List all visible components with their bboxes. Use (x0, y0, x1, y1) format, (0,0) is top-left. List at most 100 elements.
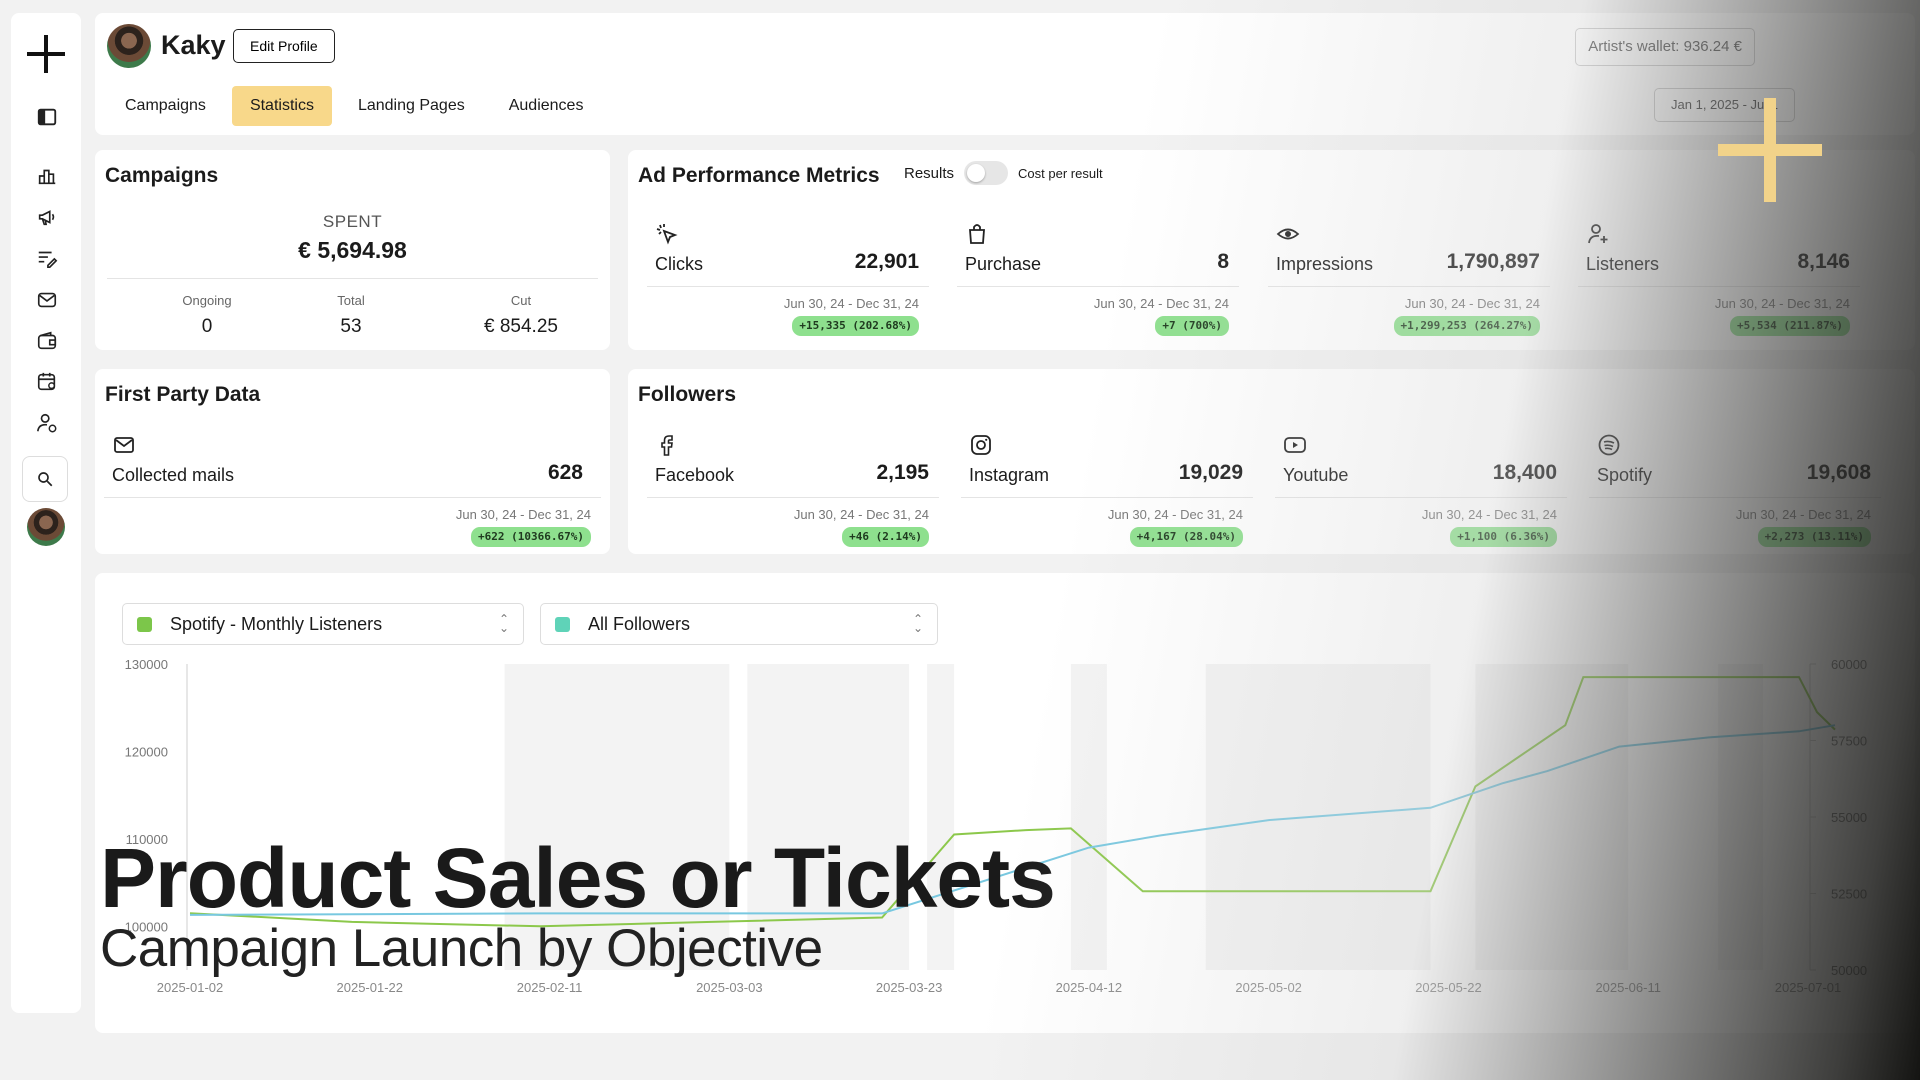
divider (1268, 286, 1550, 287)
stat-value: 53 (340, 316, 362, 337)
tab-statistics[interactable]: Statistics (231, 86, 332, 126)
search-button[interactable] (22, 456, 68, 502)
x-tick-label: 2025-05-22 (1415, 980, 1482, 995)
spent-value: € 5,694.98 (298, 237, 407, 263)
divider (647, 497, 939, 498)
avatar[interactable] (27, 508, 65, 546)
shaded-band (1475, 664, 1629, 970)
instagram-icon (969, 433, 995, 459)
delta-badge: +5,534 (211.87%) (1730, 316, 1850, 336)
y-left-tick-label: 120000 (125, 744, 168, 759)
chart-icon[interactable] (34, 163, 60, 189)
x-tick-label: 2025-06-11 (1595, 980, 1661, 995)
metric-value: 8 (1217, 250, 1229, 273)
tab-landing-pages[interactable]: Landing Pages (340, 86, 483, 126)
x-tick-label: 2025-03-23 (876, 980, 943, 995)
y-left-tick-label: 130000 (125, 657, 168, 672)
facebook-icon (655, 433, 681, 459)
metric-label: Clicks (655, 254, 703, 274)
divider (1275, 497, 1567, 498)
x-tick-label: 2025-03-03 (696, 980, 763, 995)
logo-icon[interactable] (23, 31, 69, 77)
x-tick-label: 2025-01-22 (337, 980, 404, 995)
cut-stat: Cut € 854.25 (451, 293, 591, 338)
spotify-icon (1597, 433, 1623, 459)
cost-per-result-toggle[interactable] (964, 161, 1009, 185)
metric-clicks: Clicks 22,901 Jun 30, 24 - Dec 31, 24 +1… (643, 214, 933, 344)
divider (961, 497, 1253, 498)
stat-label: Total (337, 293, 365, 308)
shaded-band (1070, 664, 1107, 970)
metric-label: Purchase (965, 254, 1042, 274)
metric-value: 18,400 (1492, 461, 1557, 484)
follower-spotify: Spotify 19,608 Jun 30, 24 - Dec 31, 24 +… (1585, 425, 1885, 555)
delta-badge: +4,167 (28.04%) (1129, 527, 1243, 547)
delta-badge: +1,299,253 (264.27%) (1393, 316, 1540, 336)
follower-instagram: Instagram 19,029 Jun 30, 24 - Dec 31, 24… (957, 425, 1257, 555)
metric-range: Jun 30, 24 - Dec 31, 24 (1714, 296, 1850, 311)
youtube-icon (1283, 433, 1309, 459)
metric-label: Instagram (969, 465, 1050, 485)
sidebar (11, 13, 81, 1013)
metric-value: 8,146 (1797, 250, 1850, 273)
metric-impressions: Impressions 1,790,897 Jun 30, 24 - Dec 3… (1264, 214, 1554, 344)
metric-value: 628 (547, 461, 583, 484)
edit-profile-button[interactable]: Edit Profile (233, 29, 335, 63)
metric-value: 19,608 (1806, 461, 1871, 484)
stat-label: Ongoing (182, 293, 232, 308)
metric-range: Jun 30, 24 - Dec 31, 24 (1421, 507, 1557, 522)
divider (1589, 497, 1881, 498)
metric-value: 1,790,897 (1446, 250, 1540, 273)
metric-value: 2,195 (876, 461, 929, 484)
x-tick-label: 2025-07-01 (1775, 980, 1842, 995)
metric-label: Spotify (1597, 465, 1653, 485)
tab-bar: Campaigns Statistics Landing Pages Audie… (107, 86, 609, 126)
card-title: First Party Data (105, 383, 261, 406)
total-stat: Total 53 (281, 293, 421, 338)
tab-campaigns[interactable]: Campaigns (107, 86, 224, 126)
metric-collected-mails: Collected mails 628 Jun 30, 24 - Dec 31,… (100, 425, 605, 555)
divider (107, 278, 598, 279)
metric-value: 22,901 (854, 250, 919, 273)
metric-range: Jun 30, 24 - Dec 31, 24 (1093, 296, 1229, 311)
artist-name: Kaky (161, 30, 226, 60)
list-edit-icon[interactable] (34, 245, 60, 271)
overlay-title: Product Sales or Tickets (100, 831, 1056, 925)
card-title: Campaigns (105, 164, 219, 187)
x-tick-label: 2025-04-12 (1056, 980, 1123, 995)
metric-range: Jun 30, 24 - Dec 31, 24 (455, 507, 591, 522)
divider (957, 286, 1239, 287)
metric-label: Facebook (655, 465, 735, 485)
user-settings-icon[interactable] (34, 410, 60, 436)
y-right-tick-label: 55000 (1831, 810, 1867, 825)
stat-label: Cut (510, 293, 532, 308)
megaphone-icon[interactable] (34, 204, 60, 230)
metric-label: Impressions (1276, 254, 1374, 274)
first-party-data-card: First Party Data Collected mails 628 Jun… (95, 369, 610, 554)
mail-icon[interactable] (34, 287, 60, 313)
delta-badge: +46 (2.14%) (842, 527, 929, 547)
metric-range: Jun 30, 24 - Dec 31, 24 (783, 296, 919, 311)
toggle-label-results: Results (904, 164, 955, 182)
wallet-balance: Artist's wallet: 936.24 € (1575, 28, 1755, 66)
eye-icon (1276, 222, 1302, 248)
metric-purchase: Purchase 8 Jun 30, 24 - Dec 31, 24 +7 (7… (953, 214, 1243, 344)
delta-badge: +622 (10366.67%) (471, 527, 591, 547)
search-icon (38, 472, 53, 487)
delta-badge: +7 (700%) (1155, 316, 1229, 336)
results-toggle-row: Results Cost per result (904, 161, 1103, 185)
wallet-icon[interactable] (34, 328, 60, 354)
metric-label: Listeners (1586, 254, 1660, 274)
y-right-tick-label: 52500 (1831, 887, 1867, 902)
sidebar-toggle-icon[interactable] (34, 104, 60, 130)
delta-badge: +1,100 (6.36%) (1450, 527, 1557, 547)
x-tick-label: 2025-05-02 (1235, 980, 1302, 995)
divider (104, 497, 601, 498)
tab-audiences[interactable]: Audiences (491, 86, 602, 126)
followers-card: Followers Facebook 2,195 Jun 30, 24 - De… (628, 369, 1915, 554)
follower-youtube: Youtube 18,400 Jun 30, 24 - Dec 31, 24 +… (1271, 425, 1571, 555)
shaded-band (1718, 664, 1764, 970)
metric-listeners: Listeners 8,146 Jun 30, 24 - Dec 31, 24 … (1574, 214, 1864, 344)
metric-range: Jun 30, 24 - Dec 31, 24 (793, 507, 929, 522)
calendar-user-icon[interactable] (34, 369, 60, 395)
